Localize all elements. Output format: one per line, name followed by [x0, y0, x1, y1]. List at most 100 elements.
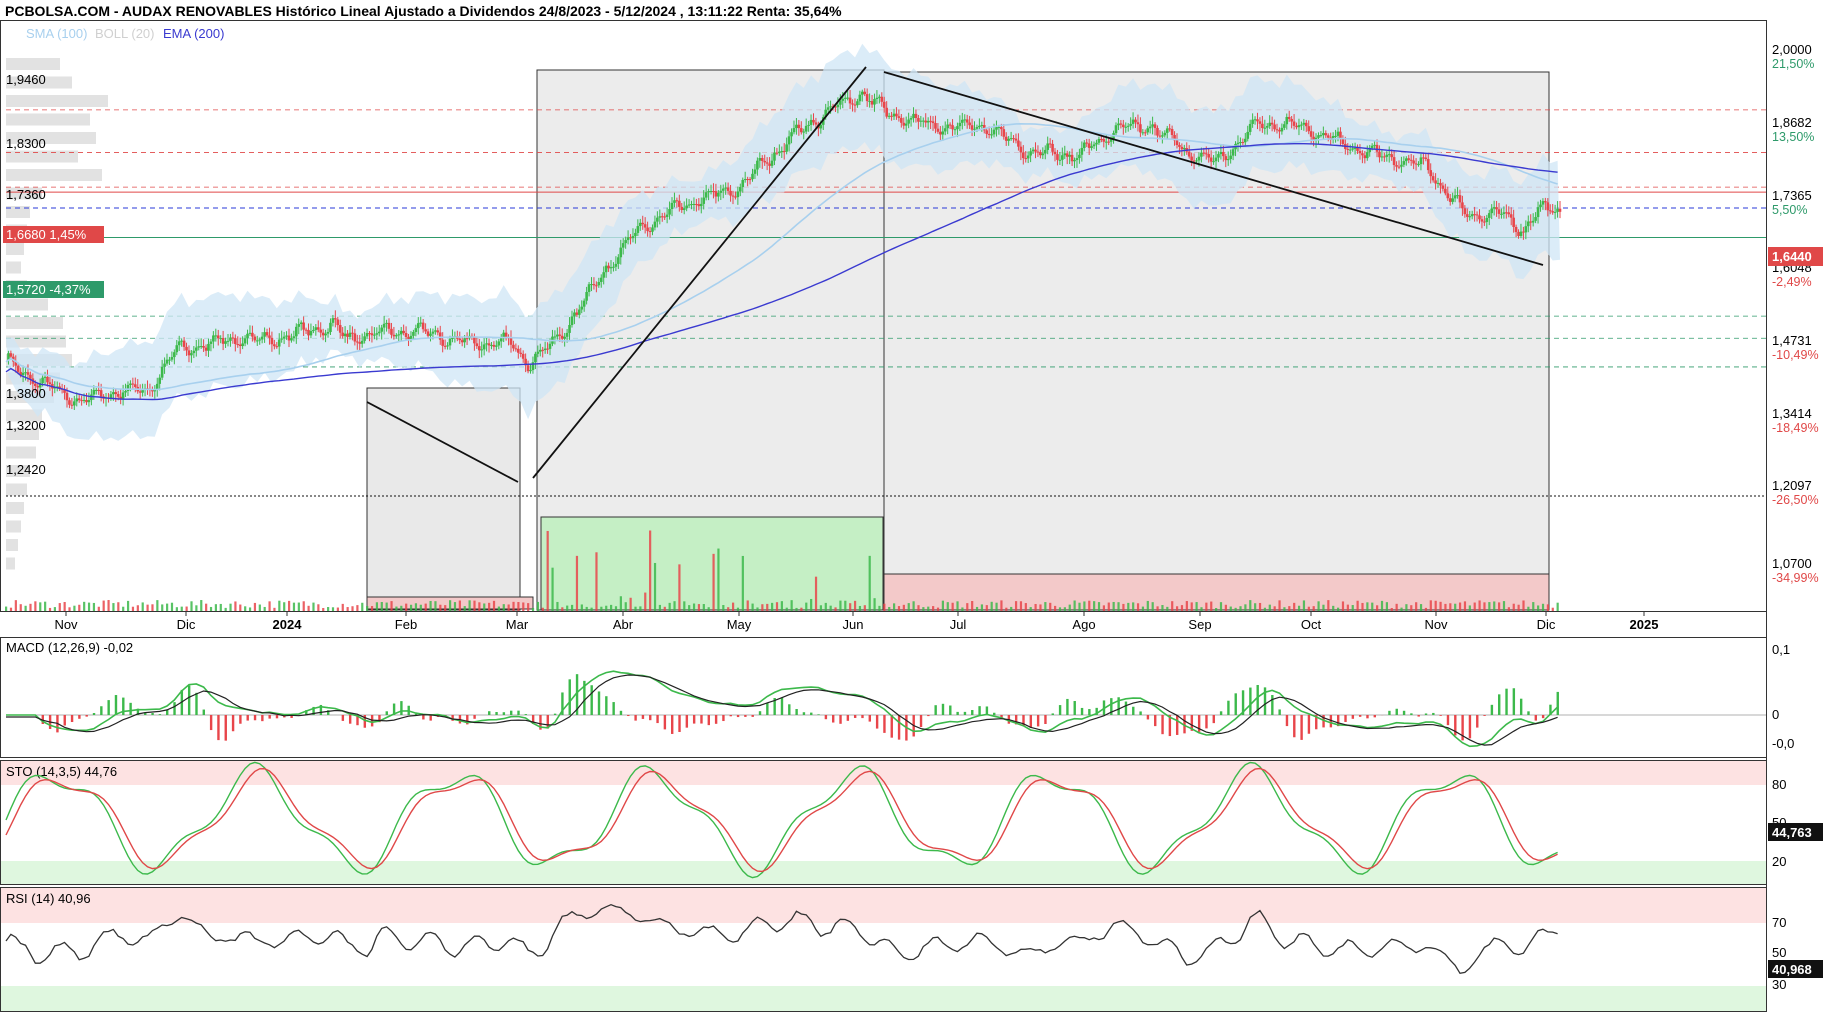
volume-bar: [278, 601, 280, 611]
macd-histogram-bar: [1520, 699, 1522, 715]
candle-body: [588, 284, 591, 292]
volume-bar: [444, 605, 446, 611]
candle-body: [1327, 135, 1330, 137]
volume-bar: [225, 608, 227, 611]
candle-body: [851, 103, 854, 104]
candle-body: [66, 393, 69, 400]
candle-body: [1042, 154, 1045, 156]
candle-body: [483, 344, 486, 349]
volume-bar: [937, 608, 939, 611]
candle-body: [1100, 139, 1103, 140]
candle-body: [1366, 152, 1369, 158]
candle-body: [68, 400, 71, 404]
volume-bar: [1010, 607, 1012, 611]
candle-body: [1532, 221, 1535, 223]
candle-body: [815, 122, 818, 124]
candle-body: [1176, 140, 1179, 145]
macd-histogram-bar: [1037, 715, 1039, 726]
candle-body: [397, 334, 400, 335]
macd-histogram-bar: [1505, 689, 1507, 715]
volume-bar: [181, 607, 183, 611]
rsi-axis-70: 70: [1772, 915, 1786, 930]
candle-body: [1005, 137, 1008, 141]
candle-body: [312, 330, 315, 331]
volume-bar: [947, 602, 949, 611]
candle-body: [768, 164, 771, 166]
candle-body: [1203, 153, 1206, 154]
candle-body: [1034, 150, 1037, 152]
volume-bar: [78, 605, 80, 611]
volume-bar: [927, 607, 929, 611]
volume-bar: [1069, 605, 1071, 611]
candle-body: [827, 107, 830, 109]
candle-body: [1212, 161, 1215, 162]
candle-body: [861, 92, 864, 95]
macd-histogram-bar: [210, 715, 212, 730]
rsi-oversold-zone: [1, 986, 1766, 1011]
candle-body: [344, 334, 347, 337]
volume-bar: [1298, 606, 1300, 611]
volume-bar: [1137, 603, 1139, 611]
candle-body: [534, 354, 537, 362]
candle-body: [1490, 209, 1493, 213]
candle-body: [1254, 119, 1257, 120]
volume-bar: [1000, 600, 1002, 611]
volume-bar: [312, 603, 314, 611]
macd-histogram-bar: [1352, 715, 1354, 719]
candle-body: [424, 329, 427, 331]
candle-body: [837, 105, 840, 107]
volume-bar: [283, 602, 285, 611]
volume-bar: [1483, 602, 1485, 611]
candle-body: [1539, 205, 1542, 208]
candle-body: [232, 338, 235, 339]
rsi-overbought-zone: [1, 888, 1766, 923]
volume-bar: [1308, 607, 1310, 611]
candle-body: [188, 350, 191, 355]
volume-bar: [1186, 601, 1188, 611]
candle-body: [1154, 124, 1157, 128]
volume-bar: [420, 605, 422, 611]
volume-profile-bar: [6, 114, 90, 126]
volume-bar: [1249, 600, 1251, 611]
macd-histogram-bar: [261, 715, 263, 721]
volume-bar: [146, 605, 148, 611]
candle-body: [434, 330, 437, 331]
candle-body: [97, 390, 100, 391]
candle-body: [646, 228, 649, 231]
macd-histogram-bar: [569, 679, 571, 715]
volume-profile-bar: [6, 243, 24, 255]
candle-body: [934, 123, 937, 129]
candle-body: [441, 340, 444, 346]
candle-body: [1271, 123, 1274, 125]
candle-body: [1351, 148, 1354, 149]
macd-histogram-bar: [188, 685, 190, 715]
left-level-label: 1,9460: [6, 72, 46, 87]
candle-body: [322, 333, 325, 336]
macd-histogram-bar: [400, 701, 402, 715]
candle-body: [466, 338, 469, 339]
candle-body: [820, 125, 823, 129]
volume-bar: [708, 607, 710, 611]
candle-body: [112, 392, 115, 394]
right-axis-value: 1,2097: [1772, 478, 1812, 493]
candle-body: [793, 128, 796, 132]
macd-axis-bottom: -0,0: [1772, 736, 1794, 751]
candle-body: [517, 349, 520, 353]
candle-body: [519, 353, 522, 354]
candle-body: [1081, 148, 1084, 155]
left-level-label: 1,7360: [6, 187, 46, 202]
volume-bar: [425, 604, 427, 611]
candle-body: [1188, 152, 1191, 157]
candle-body: [1161, 135, 1164, 136]
macd-histogram-bar: [1052, 713, 1054, 715]
volume-bar: [1215, 608, 1217, 611]
volume-bar: [322, 608, 324, 611]
candle-body: [1317, 135, 1320, 138]
candle-body: [900, 118, 903, 123]
volume-bar: [459, 601, 461, 611]
candle-body: [568, 325, 571, 333]
candle-body: [1429, 170, 1432, 176]
candle-body: [171, 357, 174, 360]
rsi-last-label: 40,968: [1772, 962, 1812, 977]
candle-body: [1020, 147, 1023, 153]
